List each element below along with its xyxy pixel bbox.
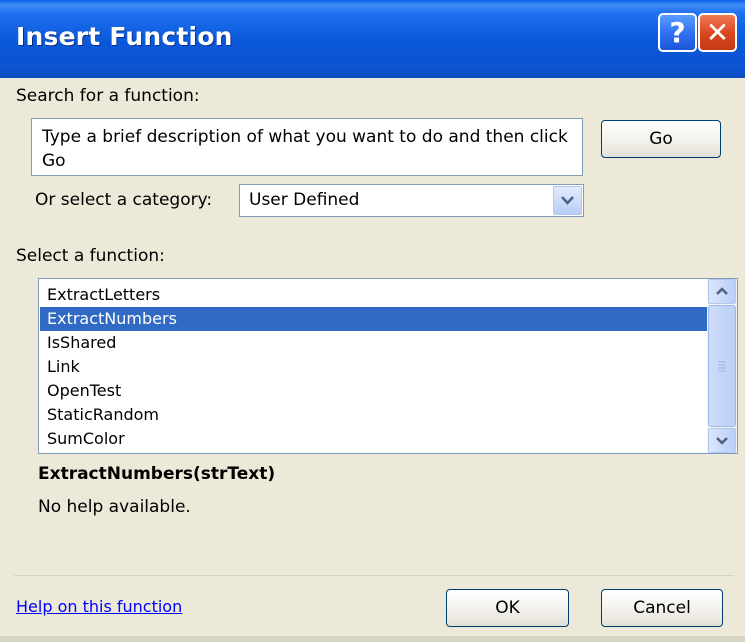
- function-list-label: Select a function:: [16, 246, 165, 266]
- category-select[interactable]: User Defined: [239, 184, 584, 217]
- list-item[interactable]: OpenTest: [40, 379, 708, 403]
- list-item-selected[interactable]: ExtractNumbers: [40, 307, 708, 331]
- dropdown-arrow[interactable]: [553, 186, 582, 215]
- function-signature: ExtractNumbers(strText): [38, 464, 276, 484]
- list-item[interactable]: Link: [40, 355, 708, 379]
- scroll-down-button[interactable]: [708, 428, 736, 453]
- search-input[interactable]: Type a brief description of what you wan…: [31, 118, 583, 176]
- scroll-thumb[interactable]: [708, 305, 736, 427]
- chevron-down-icon: [716, 437, 728, 445]
- cancel-button[interactable]: Cancel: [601, 589, 723, 627]
- scroll-up-button[interactable]: [708, 279, 736, 304]
- window-bottom-edge: [0, 636, 745, 642]
- category-selected-value: User Defined: [249, 190, 360, 210]
- go-button[interactable]: Go: [601, 120, 721, 158]
- ok-button[interactable]: OK: [446, 589, 569, 627]
- list-item[interactable]: SumColor: [40, 427, 708, 451]
- close-button[interactable]: ✕: [698, 13, 737, 52]
- help-on-function-link[interactable]: Help on this function: [16, 597, 182, 616]
- category-label: Or select a category:: [35, 190, 213, 210]
- close-icon: ✕: [705, 16, 730, 49]
- function-list-items: ExtractLetters ExtractNumbers IsShared L…: [40, 283, 708, 451]
- insert-function-dialog: Insert Function ? ✕ Search for a functio…: [0, 0, 745, 642]
- help-button[interactable]: ?: [658, 13, 697, 52]
- list-item[interactable]: StaticRandom: [40, 403, 708, 427]
- question-mark-icon: ?: [669, 16, 686, 49]
- chevron-up-icon: [716, 287, 728, 295]
- chevron-down-icon: [561, 196, 574, 205]
- list-item[interactable]: ExtractLetters: [40, 283, 708, 307]
- vertical-scrollbar[interactable]: [707, 279, 737, 453]
- function-description: No help available.: [38, 497, 191, 517]
- grip-icon: [718, 361, 726, 372]
- search-label: Search for a function:: [16, 86, 200, 106]
- divider: [14, 575, 734, 576]
- function-list[interactable]: ExtractLetters ExtractNumbers IsShared L…: [38, 278, 738, 454]
- window-title: Insert Function: [16, 22, 233, 51]
- list-item[interactable]: IsShared: [40, 331, 708, 355]
- title-bar[interactable]: Insert Function ? ✕: [0, 0, 745, 78]
